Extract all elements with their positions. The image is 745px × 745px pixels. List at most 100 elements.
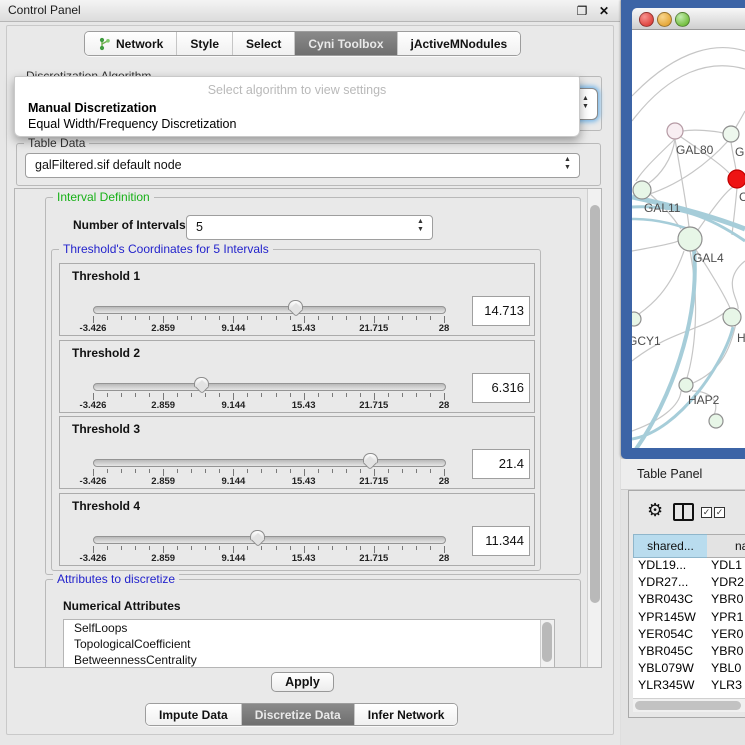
close-icon[interactable]: ✕ xyxy=(596,3,612,19)
list-scrollbar[interactable] xyxy=(540,620,554,667)
panel-scrollbar[interactable] xyxy=(587,189,602,667)
network-node[interactable] xyxy=(723,126,739,142)
slider-tick xyxy=(346,469,347,473)
slider-track[interactable] xyxy=(93,306,446,314)
network-node[interactable] xyxy=(678,227,702,251)
slider-tick xyxy=(233,546,234,553)
tab-jactivemnodules[interactable]: jActiveMNodules xyxy=(398,32,521,55)
threshold-value-field[interactable]: 14.713 xyxy=(472,296,530,326)
slider-thumb[interactable] xyxy=(288,300,303,318)
network-edge[interactable] xyxy=(632,48,745,96)
table-data-combobox[interactable]: galFiltered.sif default node ▲▼ xyxy=(25,153,580,178)
combo-stepper-icon[interactable]: ▲▼ xyxy=(580,95,591,111)
network-edge[interactable] xyxy=(639,251,684,314)
columns-icon[interactable] xyxy=(673,503,694,521)
minimize-traffic-light-icon[interactable] xyxy=(657,12,672,27)
network-edge-highlighted[interactable] xyxy=(636,250,695,448)
slider-tick xyxy=(93,469,94,476)
numerical-attributes-list[interactable]: SelfLoopsTopologicalCoefficientBetweenne… xyxy=(63,619,555,668)
network-canvas[interactable]: GAL80G.CGAL11GAL4GCY1HHAP2 xyxy=(632,30,745,448)
tab-impute-data[interactable]: Impute Data xyxy=(146,704,242,725)
network-node[interactable] xyxy=(632,312,641,326)
cell-name: YPR1 xyxy=(711,609,743,626)
dropdown-item[interactable]: Equal Width/Frequency Discretization xyxy=(28,117,236,131)
combo-stepper-icon[interactable]: ▲▼ xyxy=(562,156,573,172)
slider-tick xyxy=(444,469,445,476)
table-row[interactable]: YBR043CYBR0 xyxy=(633,591,745,608)
checkbox-icon[interactable]: ✓ xyxy=(714,507,725,518)
network-node[interactable] xyxy=(723,308,741,326)
tab-network[interactable]: Network xyxy=(85,32,177,55)
slider-tick xyxy=(247,393,248,397)
table-row[interactable]: YER054CYER0 xyxy=(633,626,745,643)
slider-tick xyxy=(177,546,178,550)
node-attribute-table[interactable]: shared...naYDL19...YDL1YDR27...YDR2YBR04… xyxy=(633,534,745,698)
threshold-label: Threshold 4 xyxy=(72,499,140,513)
number-of-intervals-combobox[interactable]: 5 ▲▼ xyxy=(186,215,433,240)
network-node[interactable] xyxy=(667,123,683,139)
slider-track[interactable] xyxy=(93,383,446,391)
tab-discretize-data[interactable]: Discretize Data xyxy=(242,704,355,725)
network-edge[interactable] xyxy=(683,130,723,133)
slider-tick-label: 21.715 xyxy=(351,323,397,334)
slider-tick xyxy=(93,393,94,400)
network-node[interactable] xyxy=(728,170,745,188)
apply-button[interactable]: Apply xyxy=(271,672,334,692)
slider-thumb[interactable] xyxy=(250,530,265,548)
top-tab-bar: NetworkStyleSelectCyni ToolboxjActiveMNo… xyxy=(84,31,521,56)
table-hscrollbar-thumb[interactable] xyxy=(635,701,741,710)
control-panel-titlebar: Control Panel ❐ ✕ xyxy=(0,0,620,22)
gear-icon[interactable]: ⚙ xyxy=(647,501,663,519)
column-header-shared-name[interactable]: shared... xyxy=(633,534,708,558)
cell-shared-name: YBR043C xyxy=(638,591,693,608)
table-row[interactable]: YLR345WYLR3 xyxy=(633,677,745,694)
attribute-list-item[interactable]: SelfLoops xyxy=(64,620,554,636)
network-edge[interactable] xyxy=(732,261,745,309)
slider-tick xyxy=(149,469,150,473)
slider-tick xyxy=(430,316,431,320)
threshold-value-field[interactable]: 21.4 xyxy=(472,449,530,479)
slider-tick-label: 2.859 xyxy=(140,400,186,411)
column-header-name[interactable]: na xyxy=(707,534,745,558)
table-row[interactable]: YBR045CYBR0 xyxy=(633,643,745,660)
tab-cyni-toolbox[interactable]: Cyni Toolbox xyxy=(295,32,397,55)
slider-tick-label: 15.43 xyxy=(281,400,327,411)
tab-infer-network[interactable]: Infer Network xyxy=(355,704,458,725)
slider-tick xyxy=(318,469,319,473)
table-hscrollbar[interactable] xyxy=(633,698,745,712)
zoom-traffic-light-icon[interactable] xyxy=(675,12,690,27)
slider-track[interactable] xyxy=(93,459,446,467)
attribute-list-item[interactable]: BetweennessCentrality xyxy=(64,652,554,668)
close-traffic-light-icon[interactable] xyxy=(639,12,654,27)
slider-track[interactable] xyxy=(93,536,446,544)
list-scrollbar-thumb[interactable] xyxy=(542,622,552,662)
dropdown-item[interactable]: Manual Discretization xyxy=(28,101,157,115)
float-window-icon[interactable]: ❐ xyxy=(574,3,590,19)
network-edge[interactable] xyxy=(736,111,745,127)
tab-style[interactable]: Style xyxy=(177,32,233,55)
table-row[interactable]: YBL079WYBL0 xyxy=(633,660,745,677)
panel-scrollbar-thumb[interactable] xyxy=(590,205,600,603)
combo-stepper-icon[interactable]: ▲▼ xyxy=(415,218,426,234)
slider-tick xyxy=(444,546,445,553)
slider-thumb[interactable] xyxy=(194,377,209,395)
table-row[interactable]: YDL19...YDL1 xyxy=(633,557,745,574)
network-node[interactable] xyxy=(633,181,651,199)
threshold-value-field[interactable]: 11.344 xyxy=(472,526,530,556)
attribute-list-item[interactable]: TopologicalCoefficient xyxy=(64,636,554,652)
network-window-titlebar[interactable] xyxy=(632,8,745,30)
table-row[interactable]: YDR27...YDR2 xyxy=(633,574,745,591)
network-node[interactable] xyxy=(679,378,693,392)
checkbox-icon[interactable]: ✓ xyxy=(701,507,712,518)
network-edge[interactable] xyxy=(693,323,736,383)
network-node[interactable] xyxy=(709,414,723,428)
tab-select[interactable]: Select xyxy=(233,32,295,55)
network-edge[interactable] xyxy=(632,241,678,251)
table-row[interactable]: YPR145WYPR1 xyxy=(633,609,745,626)
slider-thumb[interactable] xyxy=(363,453,378,471)
threshold-value-field[interactable]: 6.316 xyxy=(472,373,530,403)
dropdown-placeholder: Select algorithm to view settings xyxy=(15,83,579,97)
network-view-window: GAL80G.CGAL11GAL4GCY1HHAP2 xyxy=(621,0,745,459)
network-edge[interactable] xyxy=(632,66,745,121)
network-edge[interactable] xyxy=(636,139,675,181)
